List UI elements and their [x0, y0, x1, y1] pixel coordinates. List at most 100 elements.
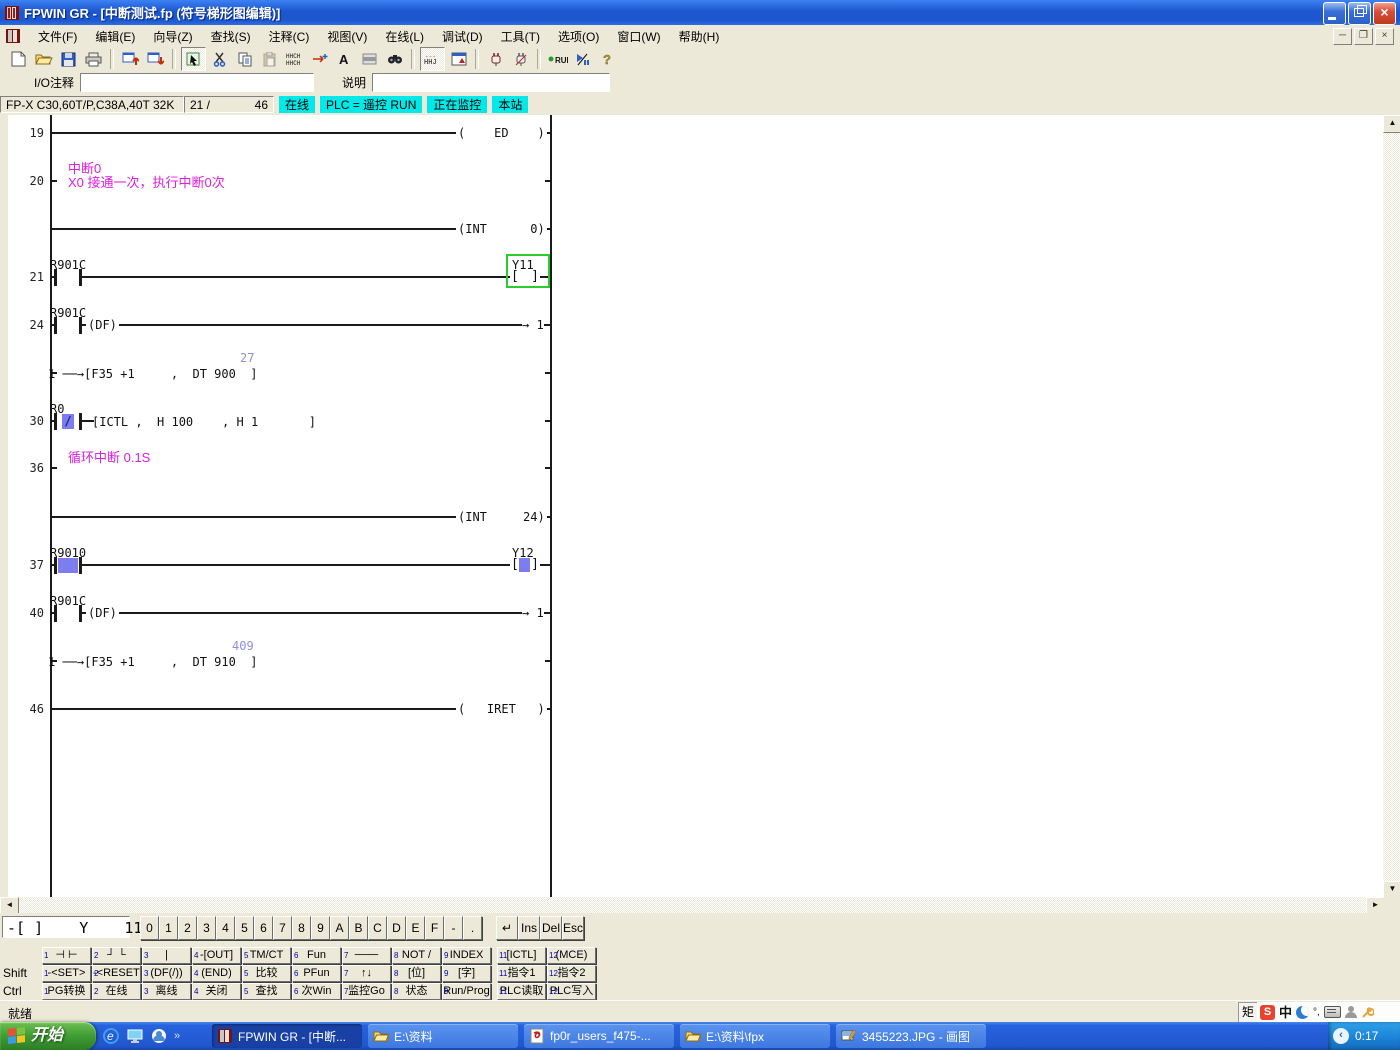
paste-button[interactable] — [258, 48, 281, 70]
io-comment-button[interactable]: HHCHHHCH — [283, 48, 306, 70]
fn-key-ctrl-9[interactable]: 9Run/Prog — [442, 983, 491, 1000]
user-icon[interactable] — [1345, 1006, 1357, 1018]
menu-item-window[interactable]: 窗口(W) — [608, 25, 669, 48]
menu-item-online[interactable]: 在线(L) — [376, 25, 433, 48]
description-input[interactable] — [372, 73, 610, 92]
fn-key-shift-8[interactable]: 8[位] — [392, 965, 441, 982]
upload-button[interactable] — [119, 48, 142, 70]
fn-key-ctrl-6[interactable]: 6次Win — [292, 983, 341, 1000]
text-button[interactable]: A — [333, 48, 356, 70]
entry-key-C[interactable]: C — [368, 916, 387, 940]
restore-button[interactable] — [1348, 2, 1371, 25]
fn-key-ctrl-2[interactable]: 2在线 — [92, 983, 141, 1000]
fn-key-ctrl-12[interactable]: 12PLC写入 — [547, 983, 596, 1000]
cut-button[interactable] — [208, 48, 231, 70]
open-button[interactable] — [32, 48, 55, 70]
taskbar-task-1[interactable]: E:\资料 — [368, 1024, 518, 1048]
menu-item-edit[interactable]: 编辑(E) — [86, 25, 144, 48]
quicklaunch-ie-icon[interactable]: e — [102, 1027, 120, 1045]
copy-button[interactable] — [233, 48, 256, 70]
download-button[interactable] — [144, 48, 167, 70]
offline-plug-button[interactable] — [509, 48, 532, 70]
fn-key-ctrl-1[interactable]: 1PG转换 — [42, 983, 91, 1000]
minimize-button[interactable] — [1323, 2, 1346, 25]
fn-key-9[interactable]: 9INDEX — [442, 947, 491, 964]
taskbar-task-3[interactable]: E:\资料\fpx — [680, 1024, 830, 1048]
fn-key-ctrl-11[interactable]: 11PLC读取 — [497, 983, 546, 1000]
wrench-icon[interactable] — [1361, 1006, 1374, 1019]
save-button[interactable] — [57, 48, 80, 70]
tray-collapse-icon[interactable]: ‹ — [1333, 1028, 1349, 1044]
select-button[interactable] — [181, 47, 206, 71]
block-button[interactable] — [358, 48, 381, 70]
entry-key-3[interactable]: 3 — [197, 916, 216, 940]
entry-key-↵[interactable]: ↵ — [496, 916, 518, 940]
menu-item-comment[interactable]: 注释(C) — [260, 25, 319, 48]
entry-key-1[interactable]: 1 — [159, 916, 178, 940]
entry-key-0[interactable]: 0 — [140, 916, 159, 940]
close-button[interactable]: × — [1373, 2, 1396, 25]
mdi-minimize-button[interactable]: ─ — [1333, 28, 1352, 45]
insert-jump-button[interactable] — [308, 48, 331, 70]
entry-display[interactable]: -[ ] Y 11 — [2, 916, 130, 938]
fn-key-shift-12[interactable]: 12指令2 — [547, 965, 596, 982]
help-button[interactable]: ?? — [596, 48, 619, 70]
menu-item-options[interactable]: 选项(O) — [549, 25, 608, 48]
keyboard-icon[interactable] — [1324, 1006, 1341, 1018]
menu-item-tools[interactable]: 工具(T) — [492, 25, 549, 48]
fn-key-6[interactable]: 6Fun — [292, 947, 341, 964]
entry-key--[interactable]: - — [444, 916, 463, 940]
fn-key-shift-2[interactable]: 2-<RESET> — [92, 965, 141, 982]
find-button[interactable] — [383, 48, 406, 70]
online-plug-button[interactable] — [484, 48, 507, 70]
ime-handle[interactable]: 矩 — [1238, 1002, 1258, 1024]
io-comment-input[interactable] — [80, 73, 314, 92]
menu-item-help[interactable]: 帮助(H) — [670, 25, 729, 48]
entry-key-8[interactable]: 8 — [292, 916, 311, 940]
entry-key-D[interactable]: D — [387, 916, 406, 940]
new-button[interactable] — [7, 48, 30, 70]
menu-item-file[interactable]: 文件(F) — [29, 25, 86, 48]
fn-key-shift-3[interactable]: 3(DF(/)) — [142, 965, 191, 982]
fn-key-shift-1[interactable]: 1-<SET> — [42, 965, 91, 982]
entry-key-B[interactable]: B — [349, 916, 368, 940]
entry-key-A[interactable]: A — [330, 916, 349, 940]
fn-key-ctrl-8[interactable]: 8状态 — [392, 983, 441, 1000]
fn-key-shift-9[interactable]: 9[字] — [442, 965, 491, 982]
fn-key-3[interactable]: 3| — [142, 947, 191, 964]
entry-key-E[interactable]: E — [406, 916, 425, 940]
mdi-close-button[interactable]: × — [1375, 28, 1394, 45]
entry-key-F[interactable]: F — [425, 916, 444, 940]
menu-item-view[interactable]: 视图(V) — [318, 25, 376, 48]
taskbar-task-0[interactable]: FPWIN GR - [中断... — [212, 1024, 362, 1048]
fn-key-5[interactable]: 5TM/CT — [242, 947, 291, 964]
quicklaunch-messenger-icon[interactable] — [150, 1027, 168, 1045]
fn-key-12[interactable]: 12(MCE) — [547, 947, 596, 964]
entry-key-6[interactable]: 6 — [254, 916, 273, 940]
fn-key-shift-7[interactable]: 7↑↓ — [342, 965, 391, 982]
fn-key-2[interactable]: 2┘ └ — [92, 947, 141, 964]
print-button[interactable] — [82, 48, 105, 70]
fn-key-shift-4[interactable]: 4(END) — [192, 965, 241, 982]
run-prog-button[interactable] — [571, 48, 594, 70]
mdi-restore-button[interactable]: ❐ — [1354, 28, 1373, 45]
monitor-button[interactable]: ---HHJ — [420, 47, 445, 71]
document-icon[interactable] — [5, 28, 21, 44]
ladder-cursor[interactable] — [506, 254, 550, 288]
fn-key-11[interactable]: 11[ICTL] — [497, 947, 546, 964]
fn-key-ctrl-3[interactable]: 3离线 — [142, 983, 191, 1000]
scroll-up-button[interactable]: ▲ — [1383, 115, 1400, 133]
fn-key-1[interactable]: 1⊣ ⊢ — [42, 947, 91, 964]
fn-key-7[interactable]: 7─── — [342, 947, 391, 964]
menu-item-debug[interactable]: 调试(D) — [433, 25, 492, 48]
vertical-scrollbar[interactable] — [1383, 115, 1400, 897]
fn-key-4[interactable]: 4-[OUT] — [192, 947, 241, 964]
entry-key-ins[interactable]: Ins — [518, 916, 540, 940]
entry-key-4[interactable]: 4 — [216, 916, 235, 940]
taskbar-task-2[interactable]: fp0r_users_f475-... — [524, 1024, 674, 1048]
fn-key-ctrl-4[interactable]: 4关闭 — [192, 983, 241, 1000]
fn-key-shift-11[interactable]: 11指令1 — [497, 965, 546, 982]
entry-key-2[interactable]: 2 — [178, 916, 197, 940]
entry-key-.[interactable]: . — [463, 916, 482, 940]
entry-key-7[interactable]: 7 — [273, 916, 292, 940]
